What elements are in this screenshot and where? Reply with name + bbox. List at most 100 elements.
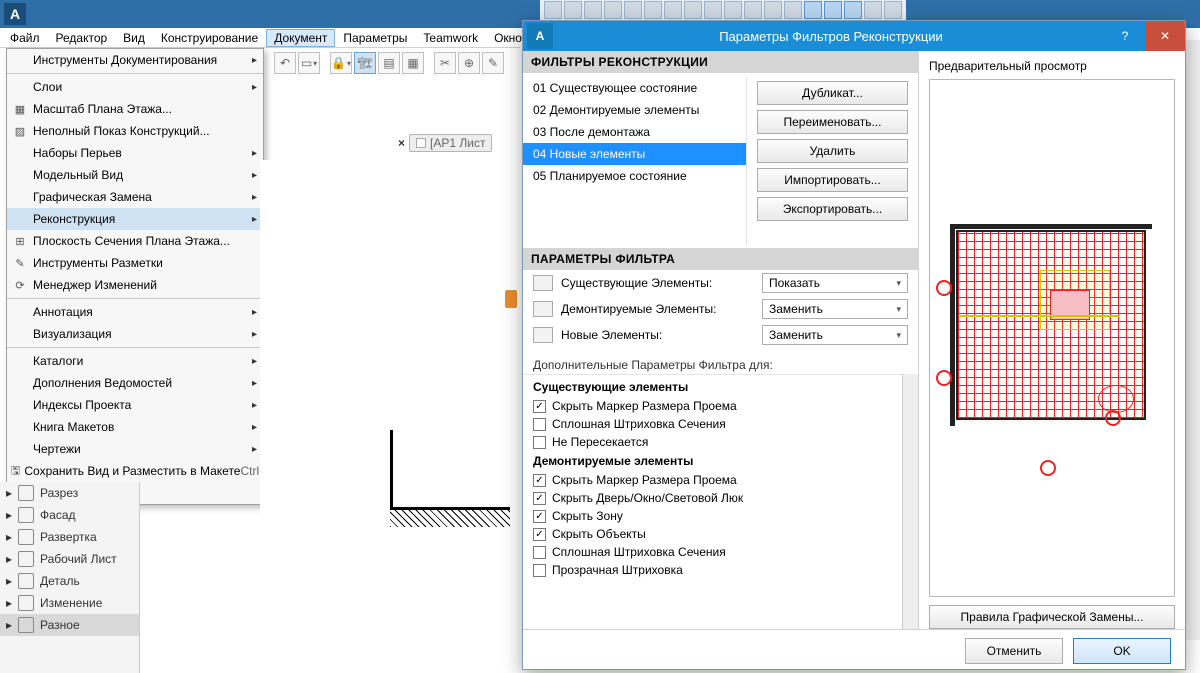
param-select[interactable]: Показать▾ bbox=[762, 273, 908, 293]
menu-item[interactable]: Графическая Замена▸ bbox=[7, 186, 263, 208]
filter-item[interactable]: 01 Существующее состояние bbox=[523, 77, 746, 99]
check-row[interactable]: Сплошная Штриховка Сечения bbox=[523, 415, 902, 433]
menu-документ[interactable]: Документ bbox=[266, 29, 335, 47]
menu-item[interactable]: Визуализация▸ bbox=[7, 323, 263, 345]
menu-item[interactable]: Наборы Перьев▸ bbox=[7, 142, 263, 164]
menu-редактор[interactable]: Редактор bbox=[48, 29, 116, 47]
check-row[interactable]: Скрыть Маркер Размера Проема bbox=[523, 397, 902, 415]
checkbox[interactable] bbox=[533, 418, 546, 431]
tool-icon[interactable] bbox=[704, 1, 722, 19]
menu-item[interactable]: Аннотация▸ bbox=[7, 301, 263, 323]
filter-action-button[interactable]: Экспортировать... bbox=[757, 197, 908, 221]
tool-icon[interactable] bbox=[604, 1, 622, 19]
tb-icon[interactable]: ✎ bbox=[482, 52, 504, 74]
tb-icon[interactable]: 🔒▾ bbox=[330, 52, 352, 74]
tool-icon[interactable] bbox=[864, 1, 882, 19]
close-button[interactable]: ✕ bbox=[1145, 21, 1185, 51]
checkbox[interactable] bbox=[533, 400, 546, 413]
tb-icon[interactable]: ▦ bbox=[402, 52, 424, 74]
tab-close-icon[interactable]: × bbox=[398, 136, 405, 150]
tool-icon[interactable] bbox=[644, 1, 662, 19]
tool-icon[interactable] bbox=[804, 1, 822, 19]
checkbox[interactable] bbox=[533, 528, 546, 541]
tool-icon[interactable] bbox=[544, 1, 562, 19]
menu-item[interactable]: Каталоги▸ bbox=[7, 350, 263, 372]
tool-icon[interactable] bbox=[844, 1, 862, 19]
tb-icon[interactable]: ✂ bbox=[434, 52, 456, 74]
tb-icon[interactable]: ▤ bbox=[378, 52, 400, 74]
menu-item[interactable]: Инструменты Документирования▸ bbox=[7, 49, 263, 71]
menu-teamwork[interactable]: Teamwork bbox=[415, 29, 486, 47]
check-row[interactable]: Не Пересекается bbox=[523, 433, 902, 451]
filter-item[interactable]: 04 Новые элементы bbox=[523, 143, 746, 165]
tb-icon[interactable]: ⊕ bbox=[458, 52, 480, 74]
filter-item[interactable]: 02 Демонтируемые элементы bbox=[523, 99, 746, 121]
tb-icon[interactable]: ↶ bbox=[274, 52, 296, 74]
menu-item[interactable]: Реконструкция▸ bbox=[7, 208, 263, 230]
nav-item[interactable]: ▸Фасад bbox=[0, 504, 139, 526]
tool-icon[interactable] bbox=[564, 1, 582, 19]
tool-icon[interactable] bbox=[784, 1, 802, 19]
check-row[interactable]: Скрыть Зону bbox=[523, 507, 902, 525]
menu-item[interactable]: Дополнения Ведомостей▸ bbox=[7, 372, 263, 394]
tool-icon[interactable] bbox=[584, 1, 602, 19]
checkbox[interactable] bbox=[533, 492, 546, 505]
check-row[interactable]: Скрыть Маркер Размера Проема bbox=[523, 471, 902, 489]
checkbox[interactable] bbox=[533, 436, 546, 449]
filter-action-button[interactable]: Импортировать... bbox=[757, 168, 908, 192]
filter-action-button[interactable]: Переименовать... bbox=[757, 110, 908, 134]
ok-button[interactable]: OK bbox=[1073, 638, 1171, 664]
menu-item[interactable]: Чертежи▸ bbox=[7, 438, 263, 460]
menu-item[interactable]: ▦Масштаб Плана Этажа... bbox=[7, 98, 263, 120]
cancel-button[interactable]: Отменить bbox=[965, 638, 1063, 664]
tool-icon[interactable] bbox=[824, 1, 842, 19]
document-tab[interactable]: [АР1 Лист bbox=[409, 134, 492, 152]
menu-файл[interactable]: Файл bbox=[2, 29, 48, 47]
tool-icon[interactable] bbox=[664, 1, 682, 19]
checkbox[interactable] bbox=[533, 564, 546, 577]
filter-item[interactable]: 05 Планируемое состояние bbox=[523, 165, 746, 187]
param-select[interactable]: Заменить▾ bbox=[762, 299, 908, 319]
check-row[interactable]: Скрыть Объекты bbox=[523, 525, 902, 543]
menu-item[interactable]: Слои▸ bbox=[7, 76, 263, 98]
menu-item[interactable]: ⊞Плоскость Сечения Плана Этажа... bbox=[7, 230, 263, 252]
tool-icon[interactable] bbox=[724, 1, 742, 19]
menu-конструирование[interactable]: Конструирование bbox=[153, 29, 266, 47]
check-row[interactable]: Скрыть Дверь/Окно/Световой Люк bbox=[523, 489, 902, 507]
checkbox[interactable] bbox=[533, 546, 546, 559]
nav-item[interactable]: ▸Разное bbox=[0, 614, 139, 636]
menu-item[interactable]: Модельный Вид▸ bbox=[7, 164, 263, 186]
filter-item[interactable]: 03 После демонтажа bbox=[523, 121, 746, 143]
tb-icon[interactable]: ▭▾ bbox=[298, 52, 320, 74]
check-row[interactable]: Сплошная Штриховка Сечения bbox=[523, 543, 902, 561]
tool-icon[interactable] bbox=[764, 1, 782, 19]
menu-item[interactable]: 🖫Сохранить Вид и Разместить в МакетеCtrl… bbox=[7, 460, 263, 482]
menu-item[interactable]: ⟳Менеджер Изменений bbox=[7, 274, 263, 296]
menu-item[interactable]: ▨Неполный Показ Конструкций... bbox=[7, 120, 263, 142]
nav-item[interactable]: ▸Разрез bbox=[0, 482, 139, 504]
nav-item[interactable]: ▸Развертка bbox=[0, 526, 139, 548]
filter-action-button[interactable]: Удалить bbox=[757, 139, 908, 163]
menu-item[interactable]: Индексы Проекта▸ bbox=[7, 394, 263, 416]
dialog-footer: Отменить OK bbox=[523, 629, 1185, 671]
tool-icon[interactable] bbox=[624, 1, 642, 19]
tool-icon[interactable] bbox=[684, 1, 702, 19]
check-row[interactable]: Прозрачная Штриховка bbox=[523, 561, 902, 579]
param-select[interactable]: Заменить▾ bbox=[762, 325, 908, 345]
nav-item[interactable]: ▸Изменение bbox=[0, 592, 139, 614]
checkbox[interactable] bbox=[533, 510, 546, 523]
nav-item[interactable]: ▸Деталь bbox=[0, 570, 139, 592]
menu-item[interactable]: Книга Макетов▸ bbox=[7, 416, 263, 438]
filter-action-button[interactable]: Дубликат... bbox=[757, 81, 908, 105]
tool-icon[interactable] bbox=[884, 1, 902, 19]
menu-параметры[interactable]: Параметры bbox=[335, 29, 415, 47]
help-button[interactable]: ? bbox=[1105, 21, 1145, 51]
nav-item[interactable]: ▸Рабочий Лист bbox=[0, 548, 139, 570]
menu-вид[interactable]: Вид bbox=[115, 29, 153, 47]
tb-icon[interactable]: 🏗 bbox=[354, 52, 376, 74]
tool-icon[interactable] bbox=[744, 1, 762, 19]
menu-item[interactable]: ✎Инструменты Разметки bbox=[7, 252, 263, 274]
scrollbar[interactable] bbox=[902, 374, 918, 629]
checkbox[interactable] bbox=[533, 474, 546, 487]
graphic-rules-button[interactable]: Правила Графической Замены... bbox=[929, 605, 1175, 629]
